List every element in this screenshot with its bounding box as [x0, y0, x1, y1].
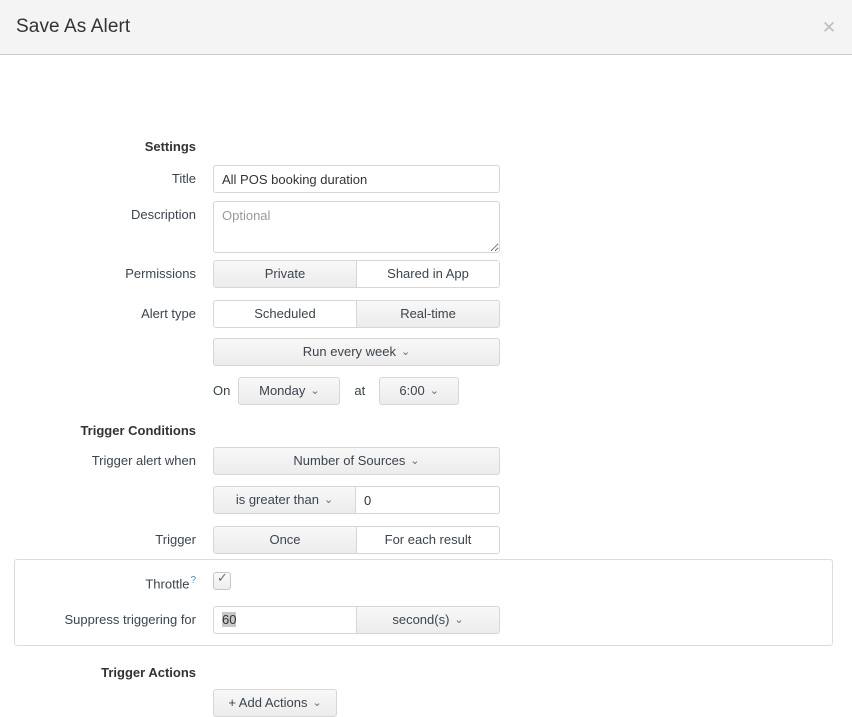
day-dropdown[interactable]: Monday ⌄: [238, 377, 341, 405]
alert-type-label: Alert type: [141, 306, 196, 321]
title-input[interactable]: [213, 165, 500, 193]
trigger-label: Trigger: [155, 532, 196, 547]
suppress-combo: 60 second(s) ⌄: [213, 606, 500, 634]
modal-header: Save As Alert ✕: [0, 0, 852, 55]
schedule-control: Run every week ⌄: [213, 338, 500, 366]
description-control: [213, 201, 500, 256]
add-actions-button[interactable]: + Add Actions ⌄: [213, 689, 337, 717]
condition-control: is greater than ⌄: [213, 486, 500, 514]
row-schedule: Run every week ⌄: [0, 338, 852, 366]
at-label: at: [354, 383, 366, 398]
trigger-field-dropdown[interactable]: Number of Sources ⌄: [213, 447, 500, 475]
row-throttle: Throttle? ✓: [0, 567, 852, 595]
on-label: On: [213, 383, 231, 398]
comparator-dropdown[interactable]: is greater than ⌄: [213, 486, 356, 514]
day-dropdown-label: Monday: [259, 383, 306, 398]
section-trigger-actions-label: Trigger Actions: [101, 665, 196, 680]
comparator-dropdown-label: is greater than: [235, 492, 319, 507]
trigger-toggle-group[interactable]: Once For each result: [213, 526, 500, 554]
schedule-time-control: On Monday ⌄ at 6:00 ⌄: [213, 377, 460, 405]
row-schedule-time: On Monday ⌄ at 6:00 ⌄: [0, 377, 852, 405]
permissions-label: Permissions: [125, 266, 196, 281]
row-add-actions: + Add Actions ⌄: [0, 689, 852, 717]
row-condition: is greater than ⌄: [0, 486, 852, 514]
suppress-value-text: 60: [222, 612, 237, 627]
section-trigger-conditions-label: Trigger Conditions: [80, 423, 196, 438]
time-unit-dropdown[interactable]: second(s) ⌄: [356, 606, 500, 634]
chevron-down-icon: ⌄: [401, 346, 411, 358]
chevron-down-icon: ⌄: [312, 697, 322, 709]
chevron-down-icon: ⌄: [323, 494, 334, 506]
time-dropdown-label: 6:00: [399, 383, 425, 398]
title-label: Title: [171, 171, 196, 186]
alert-type-toggle-group[interactable]: Scheduled Real-time: [213, 300, 500, 328]
time-unit-dropdown-label: second(s): [392, 612, 450, 627]
throttle-label-text: Throttle: [145, 576, 190, 592]
permissions-control: Private Shared in App: [213, 260, 500, 288]
permissions-option-private[interactable]: Private: [214, 261, 356, 287]
title-control: [213, 165, 500, 193]
page-title: Save As Alert: [16, 16, 131, 37]
chevron-down-icon: ⌄: [410, 455, 420, 467]
section-settings-label: Settings: [144, 139, 196, 154]
suppress-value-input[interactable]: 60: [213, 606, 356, 634]
close-icon[interactable]: ✕: [818, 18, 840, 40]
add-actions-label: + Add Actions: [228, 695, 308, 710]
chevron-down-icon: ⌄: [454, 614, 464, 626]
chevron-down-icon: ⌄: [429, 385, 439, 397]
trigger-option-once[interactable]: Once: [214, 527, 356, 553]
row-trigger-alert-when: Trigger alert when Number of Sources ⌄: [0, 447, 852, 475]
chevron-down-icon: ⌄: [310, 385, 320, 397]
description-label: Description: [130, 207, 196, 222]
trigger-control: Once For each result: [213, 526, 500, 554]
row-title: Title: [0, 165, 852, 193]
permissions-option-shared-in-app[interactable]: Shared in App: [356, 261, 499, 287]
alert-type-control: Scheduled Real-time: [213, 300, 500, 328]
row-suppress: Suppress triggering for 60 second(s) ⌄: [0, 606, 852, 634]
section-trigger-actions: Trigger Actions: [0, 659, 852, 687]
description-textarea[interactable]: [213, 201, 500, 253]
throttle-label: Throttle?: [0, 567, 196, 598]
schedule-dropdown[interactable]: Run every week ⌄: [213, 338, 500, 366]
trigger-option-for-each-result[interactable]: For each result: [356, 527, 499, 553]
trigger-field-dropdown-label: Number of Sources: [293, 453, 406, 468]
section-settings: Settings: [0, 133, 852, 161]
trigger-alert-when-control: Number of Sources ⌄: [213, 447, 500, 475]
trigger-alert-when-label: Trigger alert when: [91, 453, 196, 468]
help-icon[interactable]: ?: [190, 575, 196, 586]
throttle-checkbox[interactable]: ✓: [213, 570, 231, 590]
throttle-checkbox-control: ✓: [213, 570, 231, 593]
add-actions-control: + Add Actions ⌄: [213, 689, 337, 717]
row-description: Description: [0, 201, 852, 253]
permissions-toggle-group[interactable]: Private Shared in App: [213, 260, 500, 288]
suppress-control: 60 second(s) ⌄: [213, 606, 500, 634]
time-dropdown[interactable]: 6:00 ⌄: [379, 377, 460, 405]
alert-type-option-real-time[interactable]: Real-time: [356, 301, 499, 327]
suppress-label: Suppress triggering for: [64, 612, 196, 627]
check-icon: ✓: [217, 570, 228, 585]
row-trigger: Trigger Once For each result: [0, 526, 852, 554]
row-permissions: Permissions Private Shared in App: [0, 260, 852, 288]
row-alert-type: Alert type Scheduled Real-time: [0, 300, 852, 328]
schedule-dropdown-label: Run every week: [302, 344, 396, 359]
condition-combo: is greater than ⌄: [213, 486, 500, 514]
section-trigger-conditions: Trigger Conditions: [0, 417, 852, 445]
condition-value-input[interactable]: [356, 486, 500, 514]
alert-type-option-scheduled[interactable]: Scheduled: [214, 301, 356, 327]
